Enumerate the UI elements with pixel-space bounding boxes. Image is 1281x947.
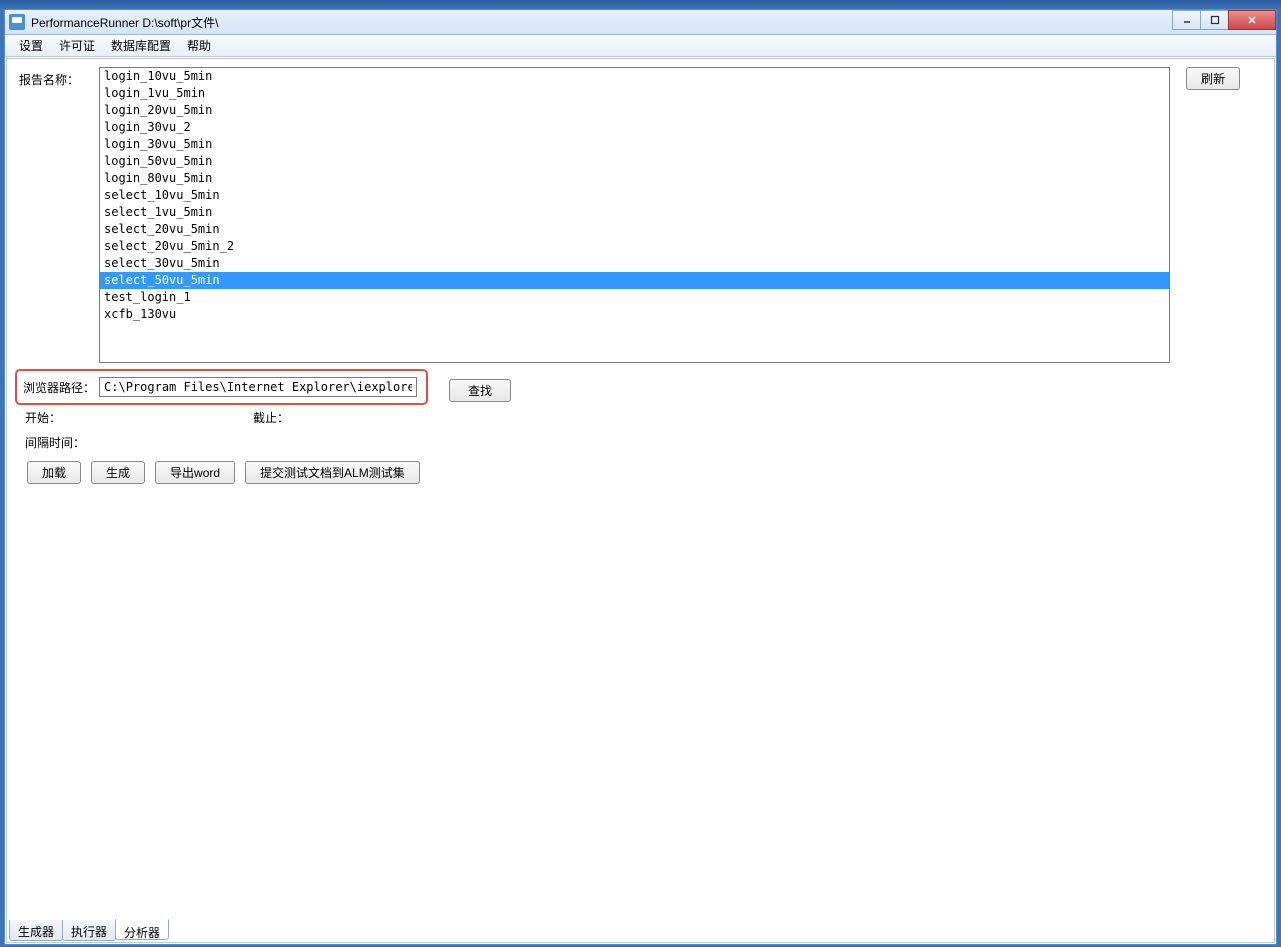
report-item[interactable]: select_20vu_5min bbox=[100, 221, 1169, 238]
minimize-button[interactable] bbox=[1172, 10, 1201, 30]
export-word-button[interactable]: 导出word bbox=[155, 461, 235, 484]
report-item[interactable]: login_30vu_2 bbox=[100, 119, 1169, 136]
report-item[interactable]: select_30vu_5min bbox=[100, 255, 1169, 272]
report-item[interactable]: xcfb_130vu bbox=[100, 306, 1169, 323]
report-list[interactable]: login_10vu_5minlogin_1vu_5minlogin_20vu_… bbox=[99, 67, 1170, 363]
report-item[interactable]: login_50vu_5min bbox=[100, 153, 1169, 170]
tab-executor[interactable]: 执行器 bbox=[62, 920, 116, 941]
report-item[interactable]: select_1vu_5min bbox=[100, 204, 1169, 221]
menu-help[interactable]: 帮助 bbox=[179, 34, 219, 57]
titlebar[interactable]: PerformanceRunner D:\soft\pr文件\ bbox=[5, 10, 1276, 35]
report-name-row: 报告名称： login_10vu_5minlogin_1vu_5minlogin… bbox=[7, 59, 1274, 363]
start-label: 开始： bbox=[25, 409, 253, 426]
menubar: 设置 许可证 数据库配置 帮助 bbox=[5, 35, 1276, 57]
generate-button[interactable]: 生成 bbox=[91, 461, 145, 484]
menu-settings[interactable]: 设置 bbox=[11, 34, 51, 57]
report-item[interactable]: select_10vu_5min bbox=[100, 187, 1169, 204]
report-item[interactable]: login_20vu_5min bbox=[100, 102, 1169, 119]
browser-path-label: 浏览器路径： bbox=[23, 379, 95, 396]
report-item[interactable]: select_50vu_5min bbox=[100, 272, 1169, 289]
close-button[interactable] bbox=[1228, 10, 1276, 30]
bottom-tabs: 生成器 执行器 分析器 bbox=[9, 920, 168, 941]
action-button-row: 加载 生成 导出word 提交测试文档到ALM测试集 bbox=[7, 451, 1274, 484]
maximize-button[interactable] bbox=[1200, 10, 1229, 30]
report-item[interactable]: login_80vu_5min bbox=[100, 170, 1169, 187]
report-item[interactable]: login_1vu_5min bbox=[100, 85, 1169, 102]
time-row: 开始： 截止： bbox=[7, 405, 1274, 426]
report-item[interactable]: login_10vu_5min bbox=[100, 68, 1169, 85]
browser-path-input[interactable] bbox=[99, 377, 417, 397]
end-label: 截止： bbox=[253, 409, 289, 426]
main-window: PerformanceRunner D:\soft\pr文件\ 设置 许可证 数… bbox=[4, 9, 1277, 945]
window-title: PerformanceRunner D:\soft\pr文件\ bbox=[31, 14, 218, 31]
find-button[interactable]: 查找 bbox=[449, 379, 511, 402]
report-name-label: 报告名称： bbox=[19, 67, 99, 88]
report-item[interactable]: test_login_1 bbox=[100, 289, 1169, 306]
refresh-button[interactable]: 刷新 bbox=[1186, 67, 1240, 90]
submit-alm-button[interactable]: 提交测试文档到ALM测试集 bbox=[245, 461, 420, 484]
window-controls bbox=[1173, 10, 1276, 30]
report-item[interactable]: select_20vu_5min_2 bbox=[100, 238, 1169, 255]
menu-license[interactable]: 许可证 bbox=[51, 34, 103, 57]
browser-path-row: 浏览器路径： bbox=[15, 369, 428, 405]
menu-db-config[interactable]: 数据库配置 bbox=[103, 34, 179, 57]
taskbar-background bbox=[0, 0, 1281, 9]
interval-row: 间隔时间： bbox=[7, 426, 1274, 451]
load-button[interactable]: 加载 bbox=[27, 461, 81, 484]
tab-analyzer[interactable]: 分析器 bbox=[115, 919, 169, 940]
interval-label: 间隔时间： bbox=[25, 436, 85, 450]
report-item[interactable]: login_30vu_5min bbox=[100, 136, 1169, 153]
app-icon bbox=[9, 14, 25, 30]
tab-generator[interactable]: 生成器 bbox=[9, 920, 63, 941]
content-area: 报告名称： login_10vu_5minlogin_1vu_5minlogin… bbox=[6, 58, 1275, 943]
